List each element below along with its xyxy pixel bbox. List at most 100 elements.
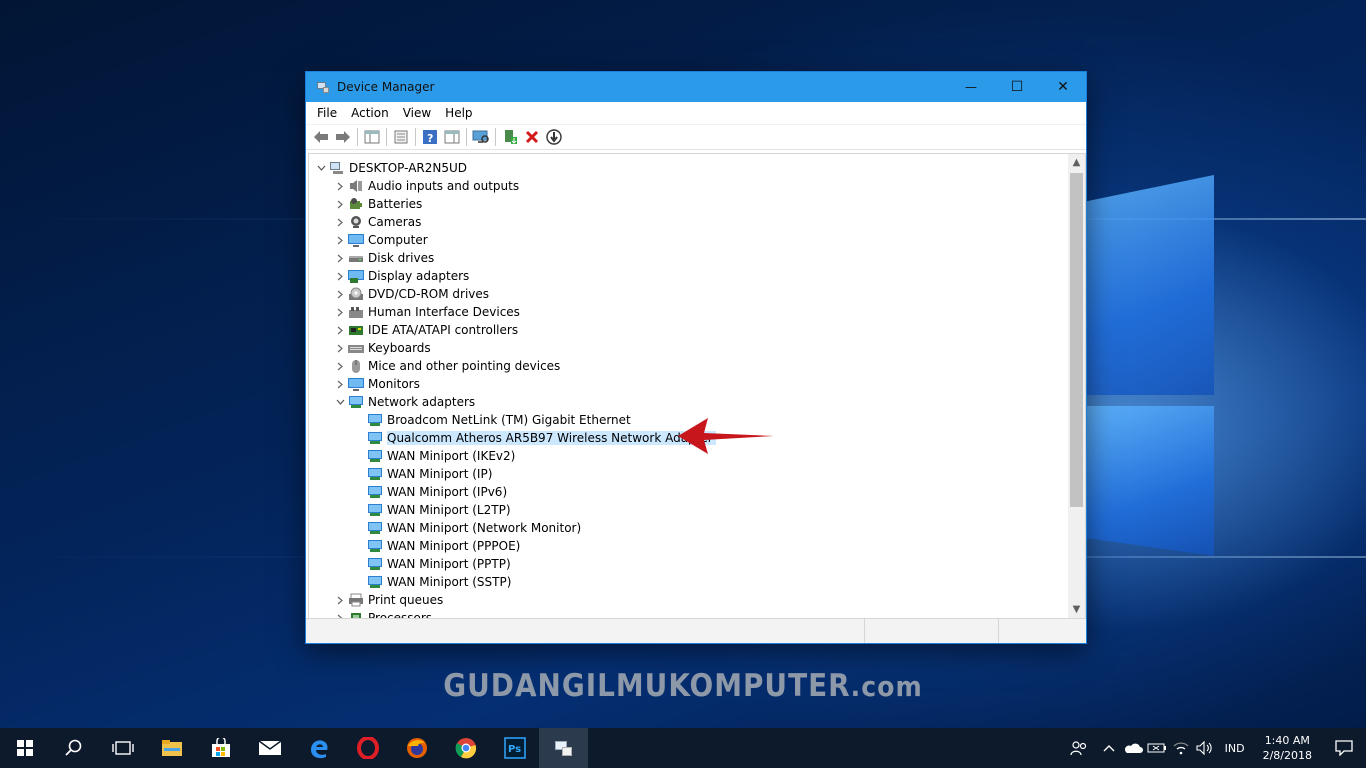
tree-category[interactable]: Processors (332, 609, 432, 618)
chevron-right-icon[interactable] (332, 177, 348, 195)
tree-category[interactable]: Display adapters (332, 267, 469, 285)
network-adapter-item[interactable]: WAN Miniport (PPTP) (367, 555, 511, 573)
network-adapter-item[interactable]: WAN Miniport (IKEv2) (367, 447, 515, 465)
tree-category[interactable]: Human Interface Devices (332, 303, 520, 321)
windows-start-icon (16, 740, 33, 756)
tree-category[interactable]: Print queues (332, 591, 443, 609)
mail-button[interactable] (245, 728, 294, 768)
search-button[interactable] (49, 728, 98, 768)
tree-category[interactable]: Computer (332, 231, 428, 249)
close-button[interactable]: ✕ (1040, 72, 1086, 102)
network-adapter-item[interactable]: WAN Miniport (PPPOE) (367, 537, 520, 555)
chevron-right-icon[interactable] (332, 285, 348, 303)
chevron-right-icon[interactable] (332, 249, 348, 267)
update-driver-button[interactable] (499, 127, 521, 147)
processor-icon (348, 611, 364, 618)
uninstall-device-button[interactable] (521, 127, 543, 147)
back-arrow-icon (314, 131, 328, 143)
battery-charging-icon[interactable] (1145, 728, 1169, 768)
tree-category[interactable]: Mice and other pointing devices (332, 357, 560, 375)
scrollbar-thumb[interactable] (1070, 173, 1083, 507)
tree-category[interactable]: IDE ATA/ATAPI controllers (332, 321, 518, 339)
title-bar[interactable]: Device Manager — ☐ ✕ (306, 72, 1086, 102)
show-hide-console-tree-button[interactable] (361, 127, 383, 147)
people-icon[interactable] (1067, 728, 1091, 768)
scroll-down-arrow[interactable]: ▼ (1068, 601, 1085, 618)
menu-bar: File Action View Help (306, 102, 1086, 125)
chevron-down-icon[interactable] (313, 159, 329, 177)
menu-help[interactable]: Help (438, 106, 479, 120)
clock[interactable]: 1:40 AM 2/8/2018 (1253, 733, 1322, 763)
chevron-right-icon[interactable] (332, 195, 348, 213)
disk-drive-icon (348, 251, 364, 265)
volume-icon[interactable] (1193, 728, 1217, 768)
maximize-button[interactable]: ☐ (994, 72, 1040, 102)
network-adapter-label: WAN Miniport (PPPOE) (387, 539, 521, 553)
forward-button[interactable] (332, 127, 354, 147)
chevron-right-icon[interactable] (332, 591, 348, 609)
tree-category[interactable]: Network adapters (332, 393, 475, 411)
disable-device-button[interactable] (543, 127, 565, 147)
chevron-right-icon[interactable] (332, 357, 348, 375)
edge-button[interactable] (294, 728, 343, 768)
chrome-button[interactable] (441, 728, 490, 768)
chevron-right-icon[interactable] (332, 267, 348, 285)
wifi-icon[interactable] (1169, 728, 1193, 768)
network-adapter-item[interactable]: WAN Miniport (SSTP) (367, 573, 511, 591)
chevron-down-icon[interactable] (332, 393, 348, 411)
tree-category[interactable]: Monitors (332, 375, 420, 393)
properties-button[interactable] (390, 127, 412, 147)
vertical-scrollbar[interactable]: ▲ ▼ (1068, 154, 1085, 618)
menu-file[interactable]: File (310, 106, 344, 120)
chevron-right-icon[interactable] (332, 213, 348, 231)
chevron-right-icon[interactable] (332, 609, 348, 618)
category-label: Cameras (368, 215, 422, 229)
chevron-right-icon[interactable] (332, 375, 348, 393)
chevron-right-icon[interactable] (332, 321, 348, 339)
help-button[interactable]: ? (419, 127, 441, 147)
network-adapter-item[interactable]: WAN Miniport (Network Monitor) (367, 519, 581, 537)
scroll-up-arrow[interactable]: ▲ (1068, 154, 1085, 171)
menu-view[interactable]: View (396, 106, 438, 120)
network-adapter-item[interactable]: Qualcomm Atheros AR5B97 Wireless Network… (367, 429, 716, 447)
start-button[interactable] (0, 728, 49, 768)
network-adapter-icon (367, 431, 383, 445)
action-center-button[interactable] (1322, 728, 1366, 768)
scan-hardware-button[interactable] (470, 127, 492, 147)
task-view-button[interactable] (98, 728, 147, 768)
tree-category[interactable]: Disk drives (332, 249, 434, 267)
store-button[interactable] (196, 728, 245, 768)
keyboard-icon (348, 341, 364, 355)
device-manager-taskbar-button[interactable] (539, 728, 588, 768)
watermark: GUDANGILMUKOMPUTER.com (0, 668, 1366, 704)
chevron-right-icon[interactable] (332, 303, 348, 321)
tree-category[interactable]: Keyboards (332, 339, 431, 357)
input-language-indicator[interactable]: IND (1217, 742, 1253, 755)
menu-action[interactable]: Action (344, 106, 396, 120)
tree-category[interactable]: Batteries (332, 195, 422, 213)
window-title: Device Manager (337, 80, 435, 94)
firefox-button[interactable] (392, 728, 441, 768)
tree-category[interactable]: DVD/CD-ROM drives (332, 285, 489, 303)
action-pane-button[interactable] (441, 127, 463, 147)
chevron-right-icon[interactable] (332, 339, 348, 357)
system-tray: IND 1:40 AM 2/8/2018 (1067, 728, 1366, 768)
network-adapter-item[interactable]: WAN Miniport (L2TP) (367, 501, 511, 519)
toolbar: ? (306, 125, 1086, 150)
onedrive-icon[interactable] (1121, 728, 1145, 768)
file-explorer-button[interactable] (147, 728, 196, 768)
minimize-button[interactable]: — (948, 72, 994, 102)
network-adapter-item[interactable]: WAN Miniport (IP) (367, 465, 492, 483)
photoshop-button[interactable]: Ps (490, 728, 539, 768)
tree-root[interactable]: DESKTOP-AR2N5UD (313, 159, 467, 177)
tree-category[interactable]: Cameras (332, 213, 421, 231)
opera-button[interactable] (343, 728, 392, 768)
back-button[interactable] (310, 127, 332, 147)
chevron-right-icon[interactable] (332, 231, 348, 249)
tree-category[interactable]: Audio inputs and outputs (332, 177, 519, 195)
chevron-up-icon[interactable] (1097, 728, 1121, 768)
network-adapter-icon (367, 521, 383, 535)
network-adapter-item[interactable]: Broadcom NetLink (TM) Gigabit Ethernet (367, 411, 631, 429)
network-adapter-item[interactable]: WAN Miniport (IPv6) (367, 483, 507, 501)
computer-root-icon (329, 161, 345, 175)
